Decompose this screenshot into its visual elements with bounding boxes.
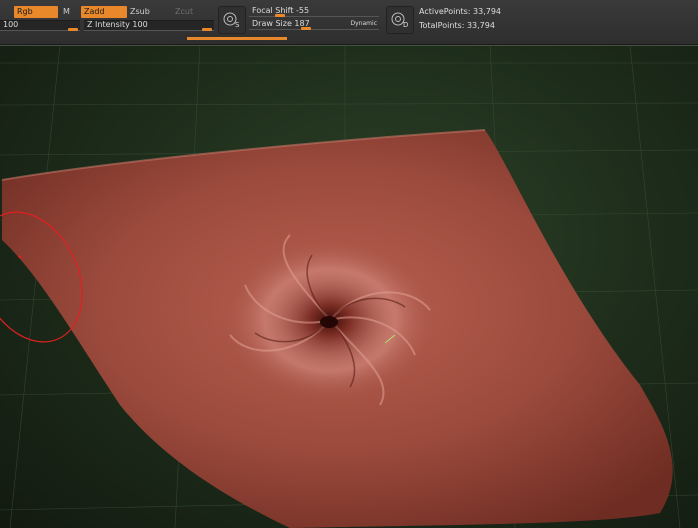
m-button[interactable]: M [60,6,73,18]
d-button-letter: D [403,21,409,29]
3d-viewport[interactable] [0,45,698,528]
rgb-button[interactable]: Rgb [14,6,58,18]
d-button[interactable]: D [386,6,414,34]
slider-track [249,29,379,30]
zsub-button[interactable]: Zsub [127,6,153,18]
s-button[interactable]: S [218,6,246,34]
zadd-button[interactable]: Zadd [81,6,127,18]
slider-knob[interactable] [68,28,78,31]
zcut-button[interactable]: Zcut [172,6,196,18]
slider-track [249,16,379,17]
z-intensity-label: Z Intensity 100 [87,20,148,29]
total-points-readout: TotalPoints: 33,794 [419,21,495,30]
s-button-letter: S [235,21,240,29]
rgb-intensity-slider[interactable]: 100 [0,20,80,31]
swirl-sculpt [220,234,440,406]
rgb-intensity-value: 100 [3,20,19,29]
viewport-canvas[interactable] [0,45,698,528]
slider-knob[interactable] [301,27,311,30]
focal-shift-slider[interactable]: Focal Shift -55 [249,6,379,17]
progress-bar [187,37,287,40]
top-toolbar: Rgb M Zadd Zsub Zcut 100 Z Intensity 100… [0,0,698,45]
active-points-readout: ActivePoints: 33,794 [419,7,502,16]
draw-size-slider[interactable]: Draw Size 187 Dynamic [249,19,379,30]
dynamic-label[interactable]: Dynamic [351,20,377,27]
viewport-top-edge [0,45,698,46]
slider-track [84,30,214,31]
brush-cursor-center [18,255,22,259]
z-intensity-slider[interactable]: Z Intensity 100 [84,20,214,31]
slider-knob[interactable] [275,14,285,17]
slider-knob[interactable] [202,28,212,31]
